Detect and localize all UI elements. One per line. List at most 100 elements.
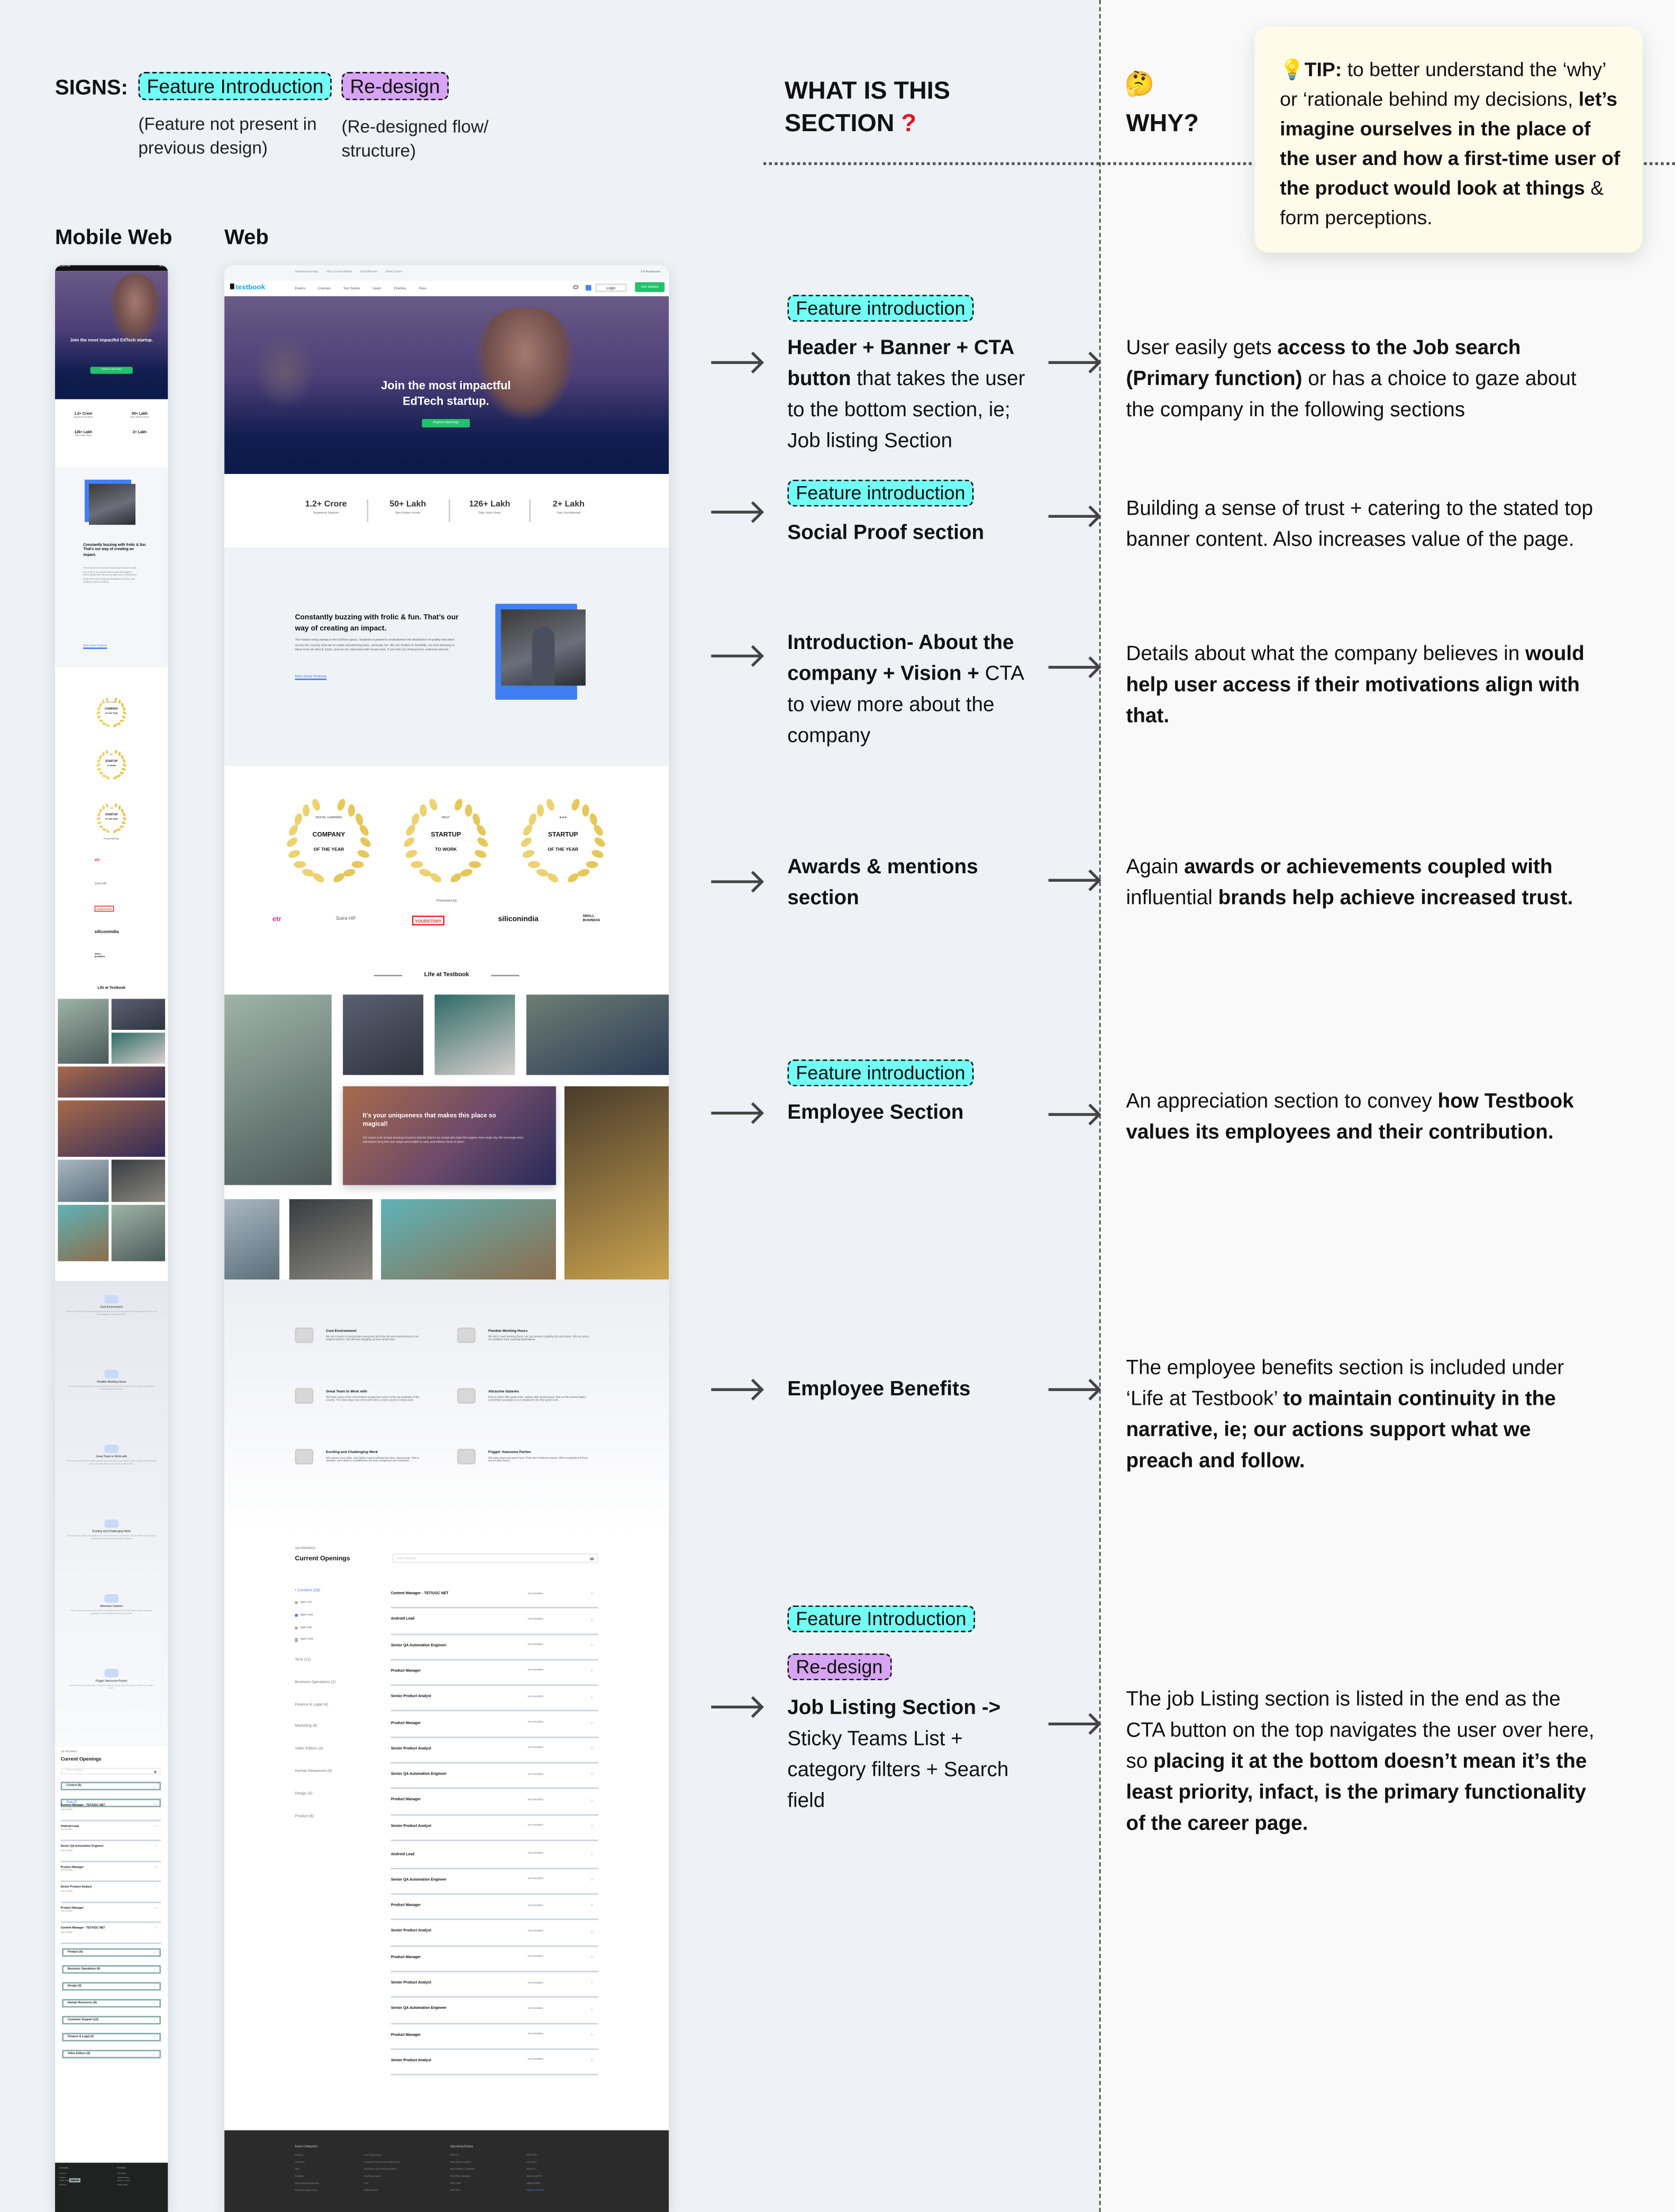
category-filter[interactable]: Marketing (8): [295, 1724, 317, 1729]
category-accordion[interactable]: Video Editors (0) ˄: [62, 2050, 161, 2058]
footer-link[interactable]: Teach Online on Testbook: [59, 2181, 80, 2183]
job-listing-row[interactable]: Content Manager - TET/UGC NET NAVI MUMBAI…: [60, 1923, 161, 1944]
job-listing-row[interactable]: Senior Product Analyst NAVI MUMBAI ›: [390, 1686, 598, 1712]
footer-link[interactable]: Mechanical Engineering: [295, 2184, 318, 2186]
type-filter-checkbox[interactable]: Type 3 (8): [295, 1626, 312, 1630]
chevron-up-icon[interactable]: ˄: [153, 2001, 156, 2006]
footer-link[interactable]: RRB Office Assistant: [450, 2163, 471, 2164]
footer-link[interactable]: Civil Engineering: [364, 2155, 381, 2157]
job-listing-row[interactable]: Product Manager NAVI MUMBAI ›: [60, 1861, 161, 1882]
chevron-up-icon[interactable]: ˄: [153, 2052, 156, 2056]
job-listing-row[interactable]: Senior Product Analyst NAVI MUMBAI ›: [390, 1921, 598, 1946]
category-accordion[interactable]: Product (4) ˄: [62, 1948, 161, 1957]
nav-item-exams[interactable]: Exams: [295, 286, 305, 290]
chevron-right-icon[interactable]: ›: [156, 1906, 157, 1910]
job-listing-row[interactable]: Content Manager - TET/UGC NET NAVI MUMBAI…: [60, 1800, 161, 1821]
footer-link[interactable]: HR Scale-I: [526, 2163, 538, 2164]
chevron-right-icon[interactable]: ›: [156, 1865, 157, 1869]
chevron-right-icon[interactable]: ›: [591, 2032, 593, 2037]
category-accordion[interactable]: Human Resources (6) ˄: [62, 1999, 161, 2007]
footer-link[interactable]: Online Courses: [117, 2181, 130, 2183]
job-listing-row[interactable]: Android Lead NAVI MUMBAI ›: [390, 1608, 598, 1635]
chevron-right-icon[interactable]: ›: [156, 1885, 157, 1889]
chevron-right-icon[interactable]: ›: [591, 1668, 593, 1674]
login-button[interactable]: Login: [595, 282, 627, 293]
footer-link[interactable]: RBI Office Attendent: [450, 2177, 470, 2178]
testbook-logo[interactable]: testbook: [230, 284, 265, 292]
category-filter[interactable]: Video Editors (4): [295, 1747, 323, 1751]
active-category-content[interactable]: • Content (28): [295, 1587, 320, 1593]
footer-link[interactable]: IBPS RRB: [526, 2155, 537, 2157]
footer-link[interactable]: RBI Clerk: [450, 2191, 460, 2192]
job-listing-row[interactable]: Senior Product Analyst NAVI MUMBAI ›: [390, 1738, 598, 1764]
footer-link[interactable]: Teaching Exams: [364, 2177, 380, 2178]
chevron-right-icon[interactable]: ›: [591, 2058, 593, 2063]
footer-link[interactable]: Careers: [59, 2178, 66, 2179]
category-accordion[interactable]: Business Operations (0) ˄: [62, 1965, 161, 1973]
footer-link[interactable]: IBPS Clerk: [450, 2184, 461, 2186]
footer-link[interactable]: Police Exams: [364, 2191, 378, 2192]
chevron-up-icon[interactable]: ˄: [153, 1951, 156, 1955]
chevron-right-icon[interactable]: ›: [591, 1877, 593, 1882]
footer-link[interactable]: Railways: [295, 2177, 304, 2178]
job-listing-row[interactable]: Android Lead NAVI MUMBAI ›: [390, 1843, 598, 1869]
chevron-up-icon[interactable]: ˄: [153, 2035, 156, 2040]
language-icon[interactable]: [585, 284, 591, 290]
category-filter[interactable]: Design (4): [295, 1791, 312, 1796]
category-filter[interactable]: Product (6): [295, 1814, 313, 1818]
chevron-right-icon[interactable]: ›: [591, 1823, 593, 1829]
job-listing-row[interactable]: Product Manager NAVI MUMBAI ›: [390, 2024, 598, 2050]
chevron-right-icon[interactable]: ›: [591, 1851, 593, 1857]
chevron-right-icon[interactable]: ›: [156, 1844, 157, 1849]
nav-item-test-series[interactable]: Test Series: [343, 286, 360, 290]
nav-item-courses[interactable]: Courses: [318, 286, 331, 290]
chevron-right-icon[interactable]: ›: [156, 1804, 157, 1808]
category-filter[interactable]: Finance & Legal (4): [295, 1702, 328, 1706]
type-filter-checkbox[interactable]: Type 4 (10): [295, 1638, 313, 1642]
job-listing-row[interactable]: Senior Product Analyst NAVI MUMBAI ›: [390, 1972, 598, 1998]
job-listing-row[interactable]: Product Manager NAVI MUMBAI ›: [390, 1895, 598, 1921]
chevron-up-icon[interactable]: ˄: [153, 2018, 156, 2023]
chevron-right-icon[interactable]: ›: [591, 1903, 593, 1908]
topbar-link[interactable]: Download our App: [295, 270, 318, 273]
chevron-right-icon[interactable]: ›: [591, 1928, 593, 1934]
checkbox-icon[interactable]: [295, 1626, 298, 1630]
footer-link[interactable]: Testbook Pass: [117, 2178, 129, 2179]
chevron-right-icon[interactable]: ›: [591, 1797, 593, 1803]
explore-openings-button[interactable]: Explore Openings: [422, 419, 470, 428]
category-filter[interactable]: Human Resources (6): [295, 1769, 332, 1774]
job-listing-row[interactable]: Senior QA Automation Engineer NAVI MUMBAI…: [60, 1841, 161, 1862]
footer-link[interactable]: Repco Bank Jr Assistant: [450, 2170, 475, 2171]
job-listing-row[interactable]: Senior QA Automation Engineer NAVI MUMBAI…: [390, 1634, 598, 1661]
type-filter-checkbox[interactable]: Type 2 (10): [295, 1613, 313, 1617]
chevron-right-icon[interactable]: ›: [591, 1954, 593, 1960]
job-listing-row[interactable]: Senior QA Automation Engineer NAVI MUMBAI…: [390, 1763, 598, 1790]
chevron-right-icon[interactable]: ›: [591, 1642, 593, 1648]
job-listing-row[interactable]: Senior Product Analyst NAVI MUMBAI ›: [60, 1882, 161, 1903]
footer-link[interactable]: PSC: [364, 2184, 369, 2186]
footer-link[interactable]: Computer Science and Engineering: [364, 2163, 399, 2164]
chevron-right-icon[interactable]: ›: [156, 1824, 157, 1828]
footer-link[interactable]: Banking: [295, 2155, 303, 2157]
chevron-right-icon[interactable]: ›: [591, 1745, 593, 1751]
checkbox-icon[interactable]: [295, 1638, 298, 1642]
footer-link[interactable]: Indian Bank PO: [526, 2177, 542, 2178]
topbar-link[interactable]: eCard/Promo: [360, 270, 377, 273]
chevron-right-icon[interactable]: ›: [591, 2006, 593, 2012]
category-accordion[interactable]: Design (2) ˄: [62, 1982, 161, 1990]
mobile-more-about-link[interactable]: More About Testbook: [83, 645, 107, 647]
job-listing-row[interactable]: Senior QA Automation Engineer NAVI MUMBAI…: [390, 1869, 598, 1895]
chevron-right-icon[interactable]: ›: [591, 1980, 593, 1986]
job-listing-row[interactable]: Senior QA Automation Engineer NAVI MUMBAI…: [390, 1998, 598, 2024]
chevron-right-icon[interactable]: ›: [591, 1591, 593, 1596]
job-listing-row[interactable]: Product Manager NAVI MUMBAI ›: [390, 1660, 598, 1686]
footer-link[interactable]: Explore all Exams: [526, 2191, 544, 2192]
get-started-button[interactable]: Get Started: [635, 282, 665, 293]
chevron-up-icon[interactable]: ˄: [153, 1985, 156, 1989]
category-accordion[interactable]: Finance & Legal (3) ˄: [62, 2033, 161, 2041]
chevron-right-icon[interactable]: ›: [591, 1616, 593, 1622]
chevron-right-icon[interactable]: ›: [591, 1694, 593, 1699]
job-listing-row[interactable]: Product Manager NAVI MUMBAI ›: [60, 1903, 161, 1923]
mobile-explore-openings-button[interactable]: Explore Openings: [90, 366, 133, 373]
category-accordion[interactable]: Customer Support (12) ˄: [62, 2016, 161, 2024]
